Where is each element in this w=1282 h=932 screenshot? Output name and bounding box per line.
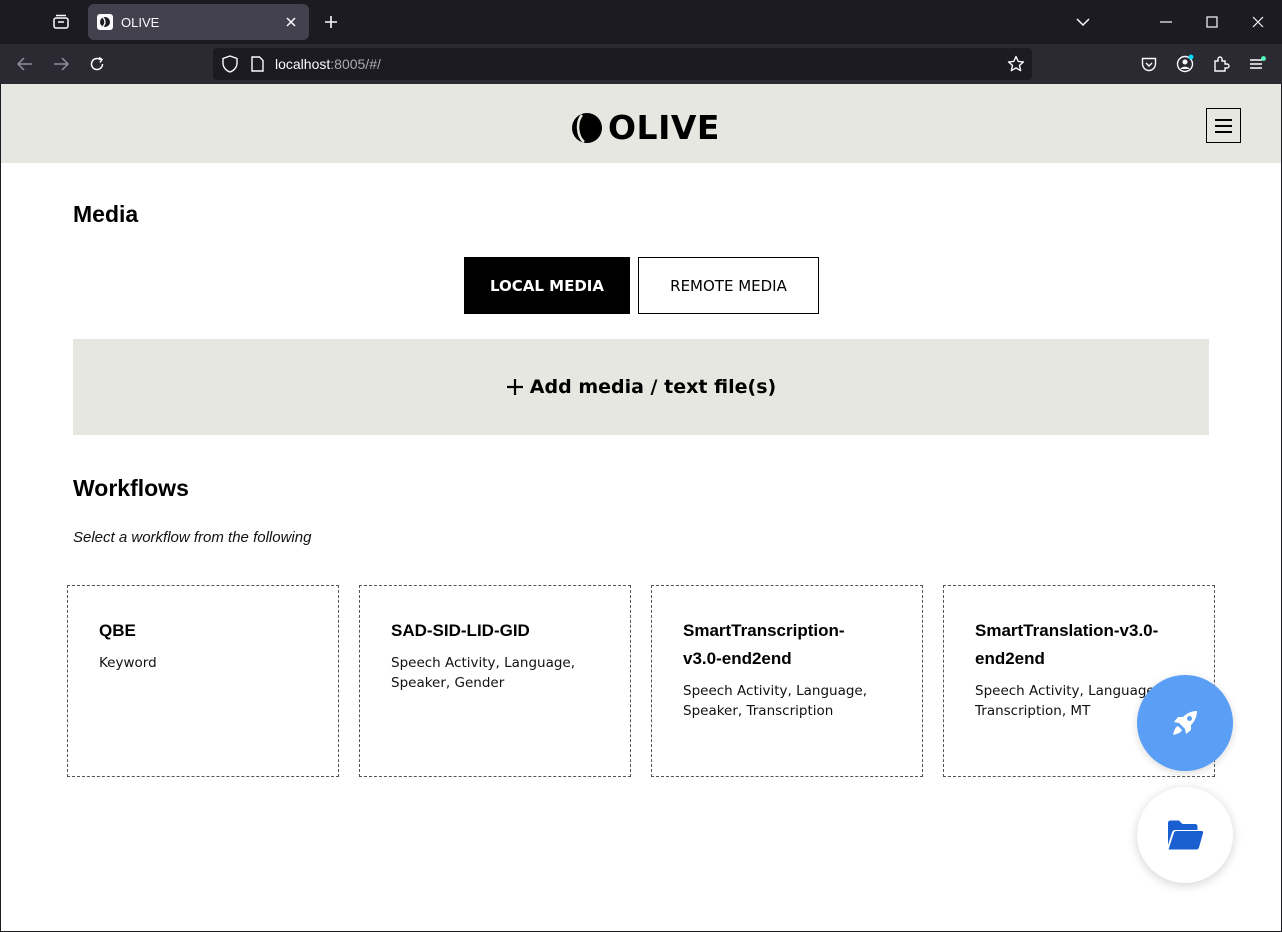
page-info-icon[interactable] xyxy=(249,55,265,73)
rocket-icon xyxy=(1173,711,1197,735)
puzzle-icon xyxy=(1214,56,1230,72)
close-icon xyxy=(1252,16,1264,28)
bookmark-star-button[interactable] xyxy=(1006,54,1026,74)
workflow-card-description: Speech Activity, Language, Speaker, Tran… xyxy=(683,683,868,719)
workflow-card-sad-sid-lid-gid[interactable]: SAD-SID-LID-GID Speech Activity, Languag… xyxy=(359,585,631,777)
close-icon xyxy=(286,17,296,27)
olive-favicon-icon xyxy=(97,14,113,30)
olive-logo-icon xyxy=(572,112,602,143)
navigation-toolbar: localhost:8005/#/ xyxy=(0,44,1282,84)
workflows-subtitle: Select a workflow from the following xyxy=(73,529,312,546)
star-icon xyxy=(1007,55,1025,72)
forward-button[interactable] xyxy=(45,48,77,80)
hamburger-icon xyxy=(1215,118,1232,133)
tracking-protection-icon[interactable] xyxy=(221,55,239,73)
plus-icon xyxy=(325,16,337,28)
arrow-right-icon xyxy=(54,57,69,71)
window-close-button[interactable] xyxy=(1235,0,1281,44)
workflow-card-description: Speech Activity, Language, Speaker, Gend… xyxy=(391,655,576,691)
main-menu-button[interactable] xyxy=(1206,108,1241,143)
minimize-icon xyxy=(1160,21,1172,23)
tab-list-icon xyxy=(53,14,69,29)
page-viewport: OLIVE Media LOCAL MEDIA REMOTE MEDIA Add… xyxy=(1,84,1281,931)
url-host: localhost xyxy=(275,56,331,72)
browser-window: OLIVE localhost:8005/#/ OLIVE Media LOCA… xyxy=(0,0,1282,932)
olive-logo[interactable]: OLIVE xyxy=(571,108,720,147)
local-media-tab[interactable]: LOCAL MEDIA xyxy=(464,257,630,314)
workflow-card-title: QBE xyxy=(99,621,136,640)
browser-tab[interactable]: OLIVE xyxy=(88,4,309,40)
tab-close-button[interactable] xyxy=(279,10,303,34)
url-path: :8005/#/ xyxy=(330,56,381,72)
minimize-button[interactable] xyxy=(1143,0,1189,44)
tab-title: OLIVE xyxy=(121,14,160,30)
account-icon xyxy=(1176,54,1194,73)
add-media-dropzone[interactable]: Add media / text file(s) xyxy=(73,339,1209,435)
list-all-tabs-button[interactable] xyxy=(1068,8,1098,36)
pocket-icon xyxy=(1141,57,1157,71)
brand-name: OLIVE xyxy=(608,108,720,147)
workflow-card-title: SAD-SID-LID-GID xyxy=(391,621,530,640)
add-media-label: Add media / text file(s) xyxy=(506,376,776,398)
open-files-button[interactable] xyxy=(1137,787,1233,883)
back-button[interactable] xyxy=(9,48,41,80)
chevron-down-icon xyxy=(1076,18,1090,27)
remote-media-tab[interactable]: REMOTE MEDIA xyxy=(638,257,819,314)
tab-list-button[interactable] xyxy=(46,8,76,36)
reload-button[interactable] xyxy=(81,48,113,80)
hamburger-icon xyxy=(1250,56,1266,69)
extensions-button[interactable] xyxy=(1205,48,1237,80)
add-media-text: Add media / text file(s) xyxy=(529,376,777,398)
maximize-icon xyxy=(1206,16,1218,28)
url-text: localhost:8005/#/ xyxy=(275,56,381,72)
workflow-card-description: Keyword xyxy=(99,655,157,671)
media-section-title: Media xyxy=(73,201,139,227)
plus-icon xyxy=(506,378,524,396)
workflow-card-title: SmartTranslation-v3.0-end2end xyxy=(975,621,1159,668)
launch-workflow-button[interactable] xyxy=(1137,675,1233,771)
new-tab-button[interactable] xyxy=(316,8,346,36)
app-menu-button[interactable] xyxy=(1241,48,1273,80)
workflow-card-qbe[interactable]: QBE Keyword xyxy=(67,585,339,777)
workflow-card-title: SmartTranscription-v3.0-end2end xyxy=(683,621,845,668)
tab-strip: OLIVE xyxy=(0,0,1282,44)
app-header: OLIVE xyxy=(1,84,1281,163)
arrow-left-icon xyxy=(17,57,32,71)
workflow-card-smart-transcription[interactable]: SmartTranscription-v3.0-end2end Speech A… xyxy=(651,585,923,777)
maximize-button[interactable] xyxy=(1189,0,1235,44)
workflows-section-title: Workflows xyxy=(73,475,189,501)
pocket-button[interactable] xyxy=(1133,48,1165,80)
account-button[interactable] xyxy=(1169,48,1201,80)
reload-icon xyxy=(90,56,104,71)
folder-open-icon xyxy=(1168,820,1204,850)
url-bar[interactable]: localhost:8005/#/ xyxy=(213,48,1032,80)
